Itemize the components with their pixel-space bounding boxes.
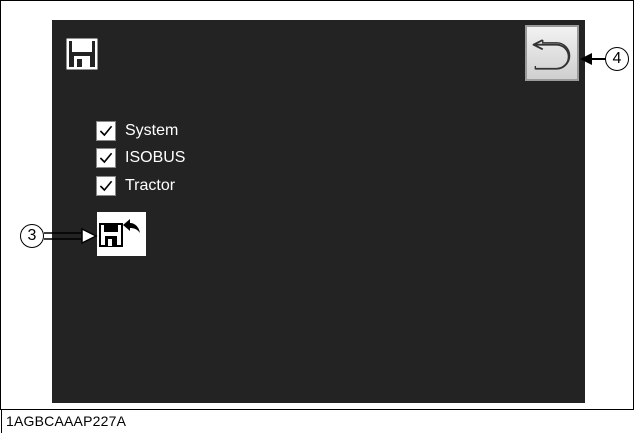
floppy-disk-icon — [66, 38, 98, 70]
callout-arrow — [44, 227, 98, 245]
checkmark-icon — [99, 152, 113, 164]
checklist-label: System — [125, 122, 179, 139]
checklist-label: Tractor — [125, 177, 176, 194]
checkmark-icon — [99, 180, 113, 192]
callout-arrow — [580, 53, 606, 65]
checkbox-isobus[interactable] — [96, 148, 116, 168]
return-arrow-icon — [532, 39, 571, 70]
checkbox-system[interactable] — [96, 121, 116, 141]
checklist-item-system[interactable]: System — [96, 121, 178, 141]
checkbox-tractor[interactable] — [96, 176, 116, 196]
restore-save-button[interactable] — [97, 212, 146, 256]
callout-3: 3 — [20, 224, 44, 248]
checkmark-icon — [99, 125, 113, 137]
checklist-item-tractor[interactable]: Tractor — [96, 176, 175, 196]
checklist-label: ISOBUS — [125, 149, 186, 166]
callout-4: 4 — [605, 47, 629, 71]
checklist-item-isobus[interactable]: ISOBUS — [96, 148, 185, 168]
save-restore-icon — [99, 219, 140, 247]
caption-divider — [1, 410, 2, 433]
back-button[interactable] — [525, 25, 579, 81]
figure-caption: 1AGBCAAAP227A — [6, 413, 127, 429]
